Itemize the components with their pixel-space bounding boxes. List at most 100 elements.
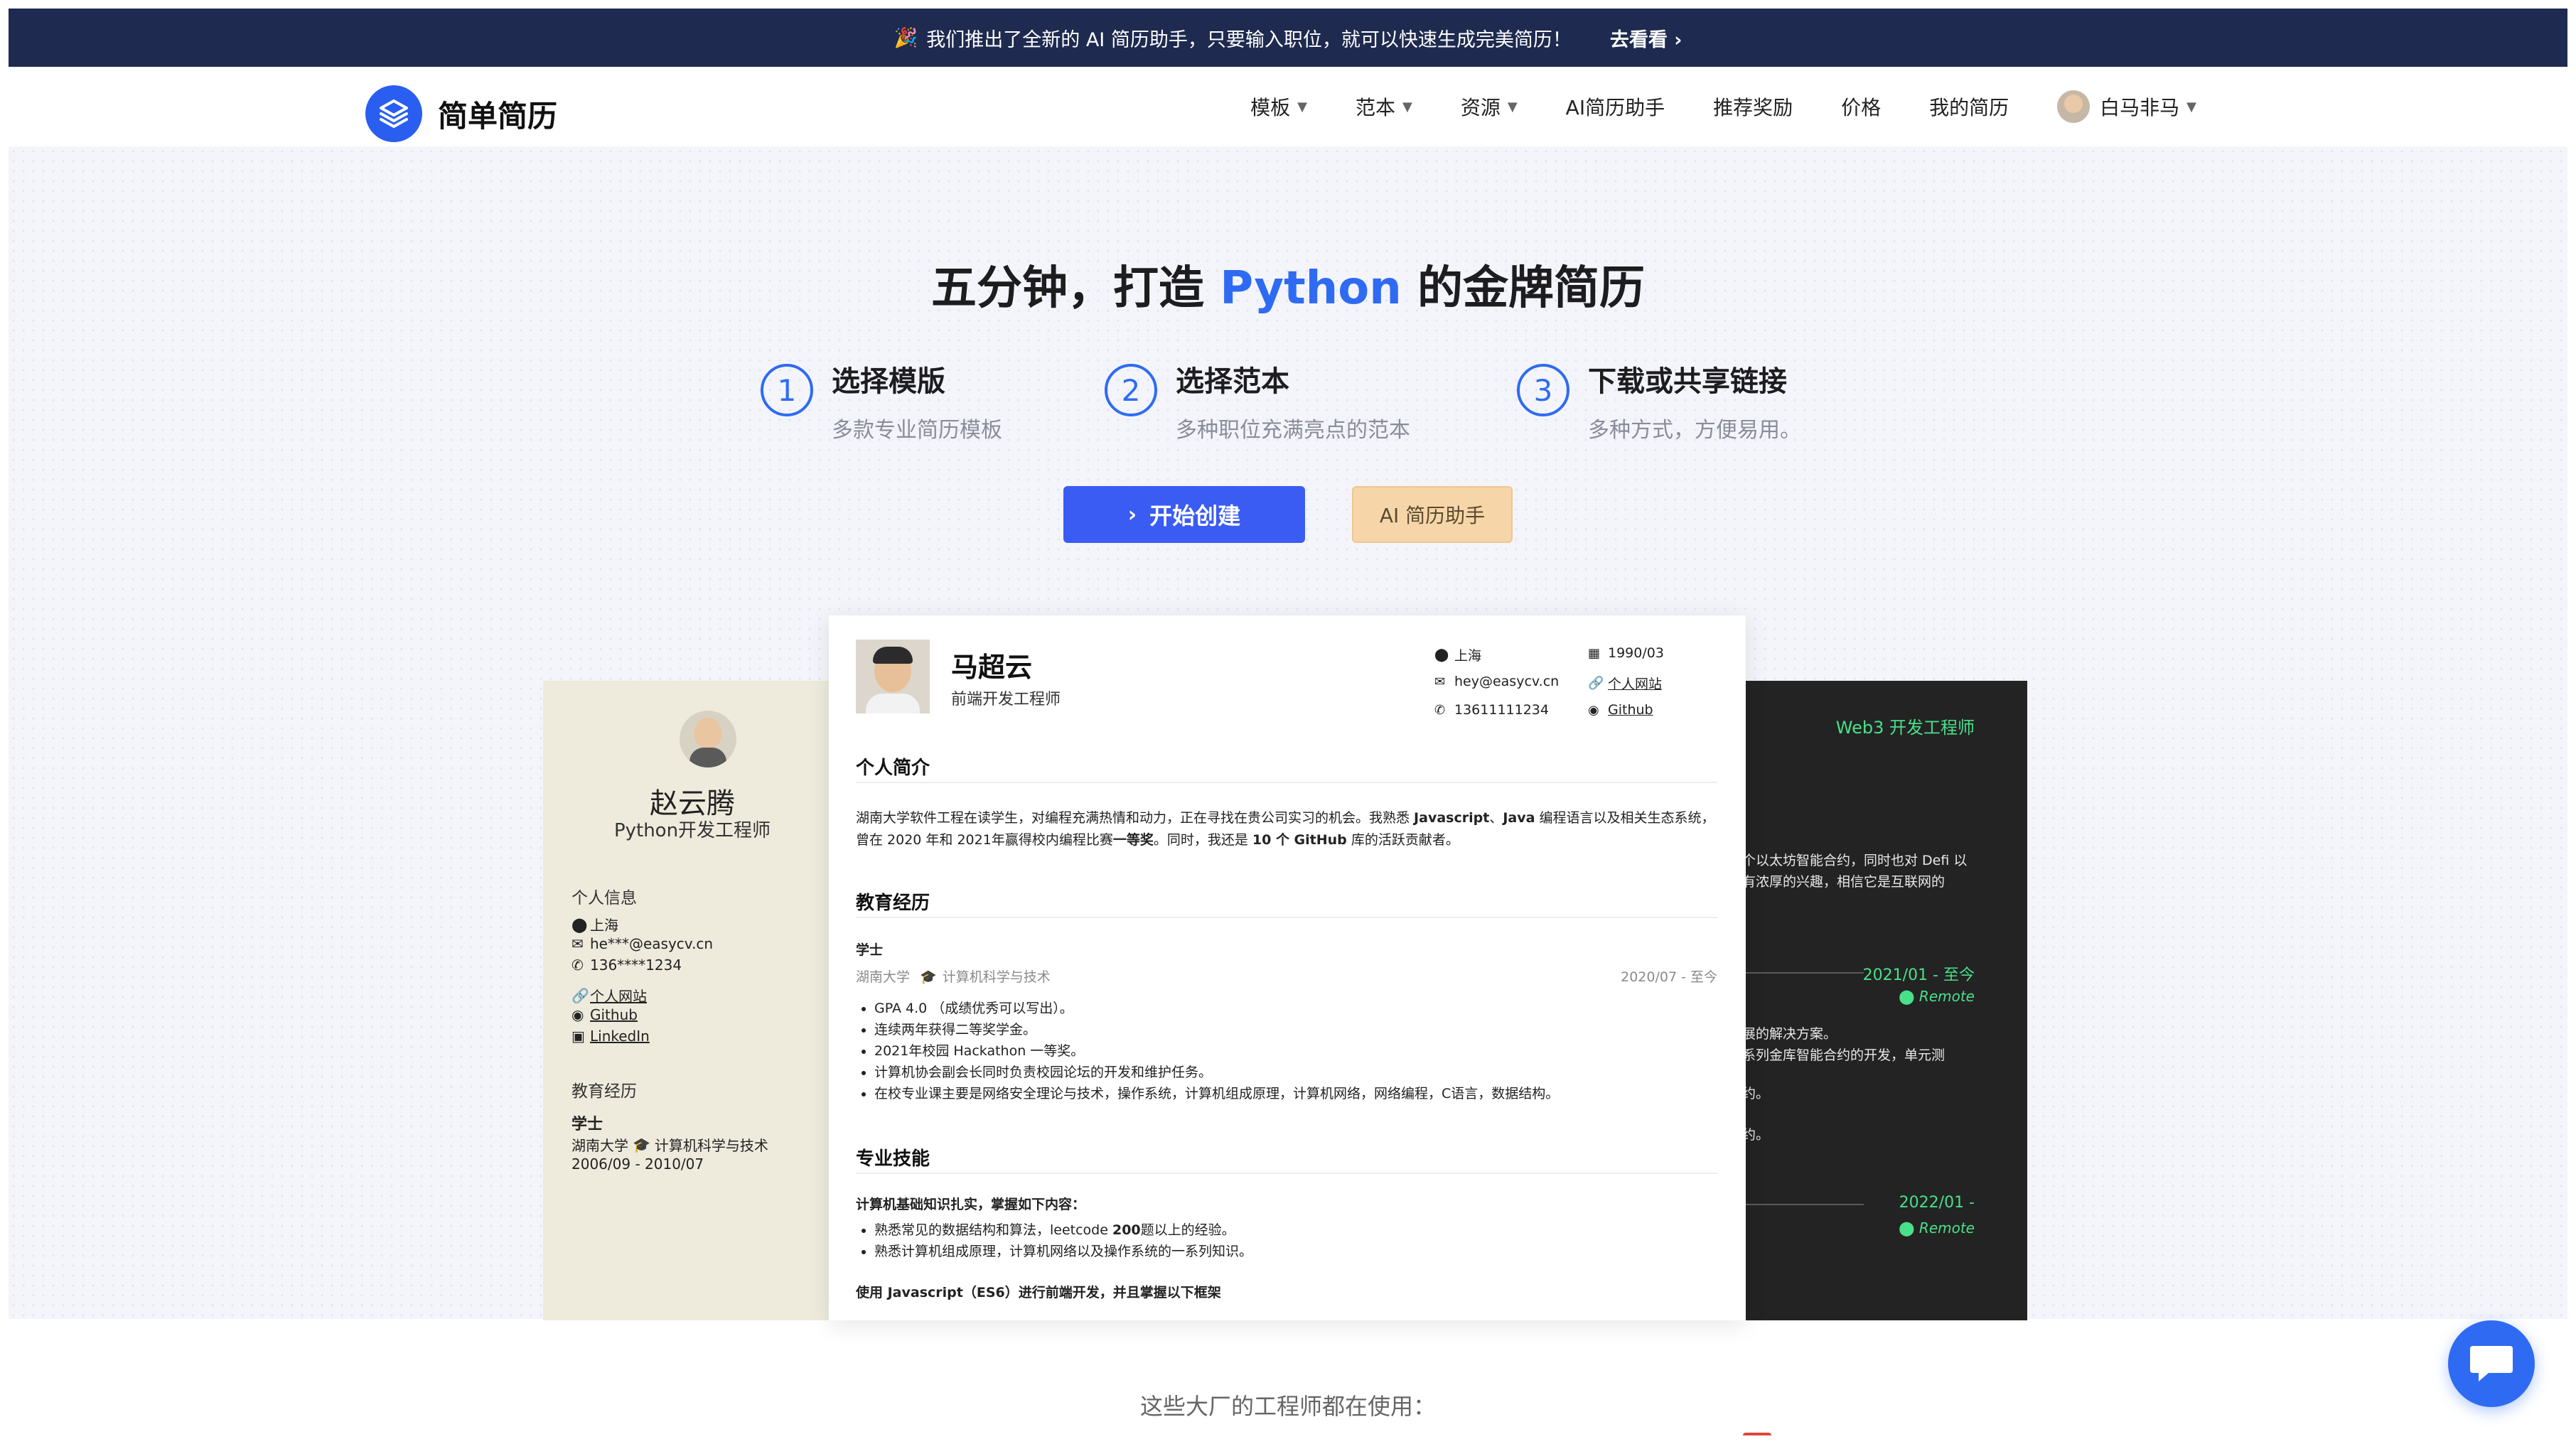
mail-icon: ✉	[571, 935, 584, 952]
link-icon: 🔗	[1588, 676, 1604, 691]
list-item: 熟悉常见的数据结构和算法，leetcode 200题以上的经验。	[874, 1219, 1252, 1241]
section-heading: 教育经历	[856, 893, 930, 914]
party-icon: 🎉	[893, 27, 918, 49]
intro-text: 湖南大学软件工程在读学生，对编程充满热情和动力，正在寻找在贵公司实习的机会。我熟…	[856, 810, 1715, 848]
step-desc: 多款专业简历模板	[832, 418, 1002, 443]
nav-item-templates[interactable]: 模板 ▼	[1250, 92, 1307, 121]
nav-item-examples[interactable]: 范本 ▼	[1356, 92, 1412, 121]
divider	[856, 917, 1717, 918]
chevron-down-icon: ▼	[2186, 99, 2196, 114]
page-title: 五分钟，打造 Python 的金牌简历	[930, 262, 1646, 315]
location-icon: ⬤	[1899, 1219, 1919, 1236]
step-title: 选择模版	[832, 365, 945, 398]
ai-assistant-button[interactable]: AI 简历助手	[1352, 486, 1513, 543]
edu-period: 2020/07 - 至今	[1621, 969, 1717, 985]
github-icon: ◉	[571, 1006, 584, 1023]
chevron-down-icon: ▼	[1402, 99, 1412, 114]
resume-text: 一系列金库智能合约的开发，单元测	[1729, 1047, 1946, 1063]
nav-item-pricing[interactable]: 价格	[1841, 92, 1881, 121]
page-frame: 🎉 我们推出了全新的 AI 简历助手，只要输入职位，就可以快速生成完美简历！ 去…	[9, 9, 2567, 1435]
top-nav: 简单简历 模板 ▼ 范本 ▼ 资源 ▼ AI简历助手 推荐奖励 价格 我的简历 白马非…	[9, 67, 2567, 147]
info-city: ⬤ 上海	[1434, 647, 1482, 664]
link-icon: 🔗	[571, 986, 589, 1004]
info-email: ✉ he***@easycv.cn	[571, 935, 714, 952]
list-item: 计算机协会副会长同时负责校园论坛的开发和维护任务。	[874, 1062, 1559, 1083]
edu-period: 2006/09 - 2010/07	[571, 1155, 704, 1173]
companies-caption: 这些大厂的工程师都在使用：	[1139, 1393, 1436, 1420]
step-desc: 多种职位充满亮点的范本	[1176, 418, 1410, 443]
announcement-link[interactable]: 去看看 ›	[1610, 24, 1683, 52]
list-item: 2021年校园 Hackathon 一等奖。	[874, 1040, 1559, 1062]
avatar	[2057, 90, 2091, 123]
info-github: ◉ Github	[1588, 702, 1653, 718]
info-github: ◉ Github	[571, 1006, 638, 1023]
job-period: 2022/01 -	[1899, 1194, 1975, 1212]
list-item: 连续两年获得二等奖学金。	[874, 1019, 1559, 1040]
mail-icon: ✉	[1434, 674, 1446, 689]
section-heading: 教育经历	[571, 1082, 637, 1101]
step-desc: 多种方式，方便易用。	[1588, 418, 1801, 443]
github-icon: ◉	[1588, 702, 1599, 718]
edu-degree: 学士	[571, 1116, 603, 1133]
resume-preview-right[interactable]: Web3 开发工程师 多个以太坊智能合约，同时也对 Defi 以 域有浓厚的兴趣…	[1729, 681, 2027, 1320]
resume-role: Python开发工程师	[613, 820, 771, 841]
chevron-down-icon: ▼	[1297, 99, 1307, 114]
nav-item-ai-assistant[interactable]: AI简历助手	[1566, 92, 1665, 121]
resume-role: Web3 开发工程师	[1835, 718, 1975, 738]
hero-section: 五分钟，打造 Python 的金牌简历 1 选择模版多款专业简历模板 2 选择范…	[9, 146, 2567, 1320]
info-birth: ▦ 1990/03	[1588, 645, 1664, 661]
location-icon: ⬤	[1899, 988, 1919, 1005]
calendar-icon: ▦	[1588, 645, 1601, 661]
main-menu: 模板 ▼ 范本 ▼ 资源 ▼ AI简历助手 推荐奖励 价格 我的简历 白马非马 ▼	[1202, 67, 2196, 146]
resume-text: 域有浓厚的兴趣，相信它是互联网的	[1729, 874, 1946, 890]
edu-school: 湖南大学 🎓 计算机科学与技术	[571, 1136, 768, 1155]
user-menu[interactable]: 白马非马 ▼	[2057, 90, 2196, 123]
section-heading: 个人简介	[856, 758, 930, 779]
phone-icon: ✆	[571, 957, 584, 974]
step-number: 2	[1105, 364, 1157, 416]
brand-name: 简单简历	[438, 98, 558, 134]
section-heading: 个人信息	[571, 889, 637, 907]
brand-logo[interactable]: 简单简历	[365, 85, 557, 142]
graduation-cap-icon: 🎓	[920, 969, 937, 985]
chat-button[interactable]	[2448, 1320, 2535, 1407]
info-linkedin: ▣ LinkedIn	[571, 1028, 650, 1045]
divider	[856, 1173, 1717, 1174]
divider	[1729, 1204, 1864, 1205]
step-2: 2 选择范本 多种职位充满亮点的范本	[1105, 358, 1410, 443]
nav-item-my-resumes[interactable]: 我的简历	[1929, 92, 2009, 121]
resume-role: 前端开发工程师	[951, 691, 1061, 708]
chevron-down-icon: ▼	[1507, 99, 1518, 114]
avatar	[680, 711, 736, 767]
info-phone: ✆ 13611111234	[1434, 702, 1549, 718]
layers-icon	[365, 85, 422, 142]
step-3: 3 下载或共享链接 多种方式，方便易用。	[1517, 358, 1801, 443]
info-city: ⬤ 上海	[571, 915, 618, 934]
skills-subheading: 计算机基础知识扎实，掌握如下内容：	[856, 1197, 1086, 1212]
linkedin-icon: ▣	[571, 1028, 585, 1045]
user-name: 白马非马	[2100, 96, 2180, 119]
phone-icon: ✆	[1434, 702, 1446, 718]
resume-preview-left[interactable]: 赵云腾 Python开发工程师 个人信息 ⬤ 上海 ✉ he***@easycv.c…	[543, 681, 842, 1320]
job-period: 2021/01 - 至今	[1862, 966, 1975, 984]
job-location: ⬤ Remote	[1899, 1219, 1975, 1236]
nav-item-resources[interactable]: 资源 ▼	[1461, 92, 1518, 121]
graduation-cap-icon: 🎓	[633, 1136, 650, 1153]
edu-highlights: GPA 4.0 （成绩优秀可以写出）。 连续两年获得二等奖学金。 2021年校园…	[856, 998, 1559, 1104]
step-number: 1	[761, 364, 813, 416]
info-phone: ✆ 136****1234	[571, 957, 682, 974]
job-location: ⬤ Remote	[1899, 988, 1975, 1005]
skills-list: 熟悉常见的数据结构和算法，leetcode 200题以上的经验。 熟悉计算机组成…	[856, 1219, 1252, 1262]
nav-item-referral[interactable]: 推荐奖励	[1713, 92, 1793, 121]
list-item: GPA 4.0 （成绩优秀可以写出）。	[874, 998, 1559, 1019]
info-site: 🔗 个人网站	[571, 986, 647, 1006]
location-icon: ⬤	[1434, 647, 1449, 662]
chat-bubble-icon	[2470, 1346, 2513, 1381]
start-create-button[interactable]: › 开始创建	[1063, 486, 1305, 543]
info-email: ✉ hey@easycv.cn	[1434, 674, 1560, 689]
section-heading: 专业技能	[856, 1148, 930, 1170]
edu-school: 湖南大学 🎓 计算机科学与技术	[856, 969, 1051, 985]
announcement-text: 我们推出了全新的 AI 简历助手，只要输入职位，就可以快速生成完美简历！	[926, 28, 1572, 51]
resume-preview-main[interactable]: 马超云 前端开发工程师 ⬤ 上海 ✉ hey@easycv.cn ✆ 13611111…	[829, 615, 1746, 1320]
resume-text: 多个以太坊智能合约，同时也对 Defi 以	[1729, 853, 1968, 868]
